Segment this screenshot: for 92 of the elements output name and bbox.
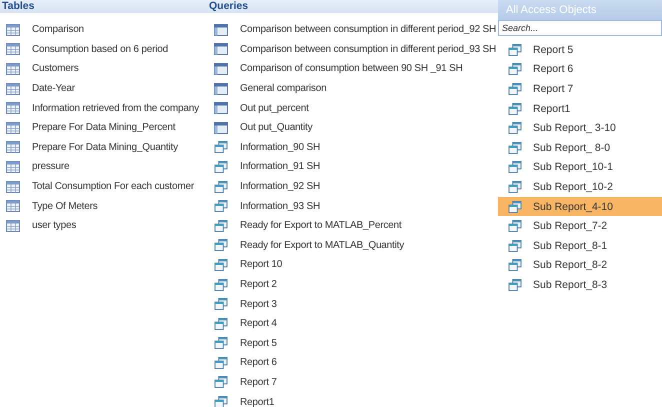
table-icon	[6, 82, 20, 95]
navigation-item[interactable]: Sub Report_8-3	[498, 275, 662, 295]
navigation-item[interactable]: Report 7	[498, 79, 662, 99]
object-name[interactable]: Report 10	[240, 259, 282, 270]
query-icon	[214, 82, 228, 95]
table-icon	[6, 160, 20, 173]
report-icon	[214, 356, 228, 369]
report-icon	[508, 278, 522, 291]
navigation-item[interactable]: Sub Report_ 8-0	[498, 138, 662, 158]
navigation-item[interactable]: Sub Report_4-10	[498, 196, 662, 216]
report-icon	[214, 318, 228, 330]
navigation-item[interactable]: Sub Report_10-2	[498, 177, 662, 197]
object-name[interactable]: Report 5	[240, 338, 277, 349]
object-name[interactable]: Ready for Export to MATLAB_Quantity	[240, 240, 404, 251]
object-name[interactable]: Report 2	[240, 279, 277, 290]
table-icon	[6, 102, 20, 114]
report-icon	[214, 239, 228, 252]
report-icon	[214, 141, 228, 154]
object-name[interactable]: Out put_Quantity	[240, 122, 312, 134]
object-name[interactable]: Report 6	[240, 357, 277, 368]
table-icon	[6, 122, 20, 134]
object-name[interactable]: Date-Year	[32, 83, 75, 94]
query-icon	[214, 122, 228, 134]
object-name[interactable]: Prepare For Data Mining_Quantity	[32, 142, 178, 153]
table-icon	[6, 200, 20, 212]
object-name[interactable]: Comparison	[32, 24, 84, 36]
group-header: Tables	[0, 0, 207, 13]
query-icon	[214, 24, 228, 36]
query-icon	[214, 43, 228, 56]
object-name[interactable]: Total Consumption For each customer	[32, 181, 194, 192]
report-icon	[508, 44, 522, 56]
object-name[interactable]: General comparison	[240, 83, 326, 94]
report-icon	[508, 259, 522, 272]
object-name[interactable]: Report 3	[240, 298, 277, 310]
navigation-item[interactable]: Sub Report_10-1	[498, 158, 662, 178]
table-icon	[6, 43, 20, 56]
query-icon	[214, 102, 228, 114]
object-name[interactable]: Out put_percent	[240, 102, 309, 114]
panel-title: All Access Objects	[498, 0, 662, 20]
navigation-item[interactable]: Sub Report_ 3-10	[498, 118, 662, 138]
object-name[interactable]: Comparison between consumption in different period_93 SH	[240, 44, 496, 55]
navigation-item[interactable]: Sub Report_7-2	[498, 216, 662, 236]
report-icon	[508, 82, 522, 95]
object-name[interactable]: Type Of Meters	[32, 200, 98, 212]
navigation-item[interactable]: Report 6	[498, 60, 662, 80]
object-name[interactable]: pressure	[32, 161, 70, 172]
table-icon	[6, 180, 20, 193]
object-name[interactable]: user types	[32, 220, 76, 232]
report-icon	[214, 200, 228, 212]
group-header: Queries	[207, 0, 498, 13]
report-icon	[214, 180, 228, 193]
object-name[interactable]: Prepare For Data Mining_Percent	[32, 122, 176, 134]
table-icon	[6, 24, 20, 36]
report-icon	[214, 278, 228, 291]
search-field[interactable]: Search...	[498, 20, 662, 36]
report-icon	[508, 142, 522, 154]
object-name[interactable]: Information_90 SH	[240, 142, 320, 153]
table-icon	[6, 220, 20, 232]
object-name[interactable]: Comparison between consumption in different period_92 SH	[240, 24, 496, 36]
report-icon	[214, 396, 228, 407]
object-name[interactable]: Comparison of consumption between 90 SH _91 SH	[240, 63, 463, 74]
object-name[interactable]: Consumption based on 6 period	[32, 44, 168, 55]
report-icon	[508, 161, 522, 174]
query-icon	[214, 62, 228, 75]
report-icon	[508, 102, 522, 115]
object-name[interactable]: Information_93 SH	[240, 200, 320, 212]
report-icon	[508, 200, 522, 213]
object-name[interactable]: Customers	[32, 63, 79, 74]
table-icon	[6, 141, 20, 154]
object-name[interactable]: Report 4	[240, 318, 277, 330]
object-name[interactable]: Information_91 SH	[240, 161, 320, 172]
report-icon	[508, 180, 522, 193]
table-icon	[6, 62, 20, 75]
report-icon	[508, 122, 522, 134]
report-icon	[214, 220, 228, 232]
navigation-item[interactable]: Report 5	[498, 40, 662, 60]
report-icon	[214, 376, 228, 388]
report-icon	[508, 220, 522, 232]
navigation-item[interactable]: Report1	[498, 98, 662, 118]
report-icon	[214, 337, 228, 350]
report-icon	[508, 63, 522, 76]
object-name[interactable]: Information retrieved from the company	[32, 102, 199, 114]
report-icon	[214, 258, 228, 271]
object-name[interactable]: Report1	[240, 396, 274, 407]
object-name[interactable]: Report 7	[240, 376, 277, 388]
navigation-item[interactable]: Sub Report_8-1	[498, 236, 662, 256]
object-name[interactable]: Ready for Export to MATLAB_Percent	[240, 220, 402, 232]
navigation-item[interactable]: Sub Report_8-2	[498, 256, 662, 276]
report-icon	[214, 160, 228, 173]
report-icon	[508, 240, 522, 252]
report-icon	[214, 298, 228, 310]
object-name[interactable]: Information_92 SH	[240, 181, 320, 192]
